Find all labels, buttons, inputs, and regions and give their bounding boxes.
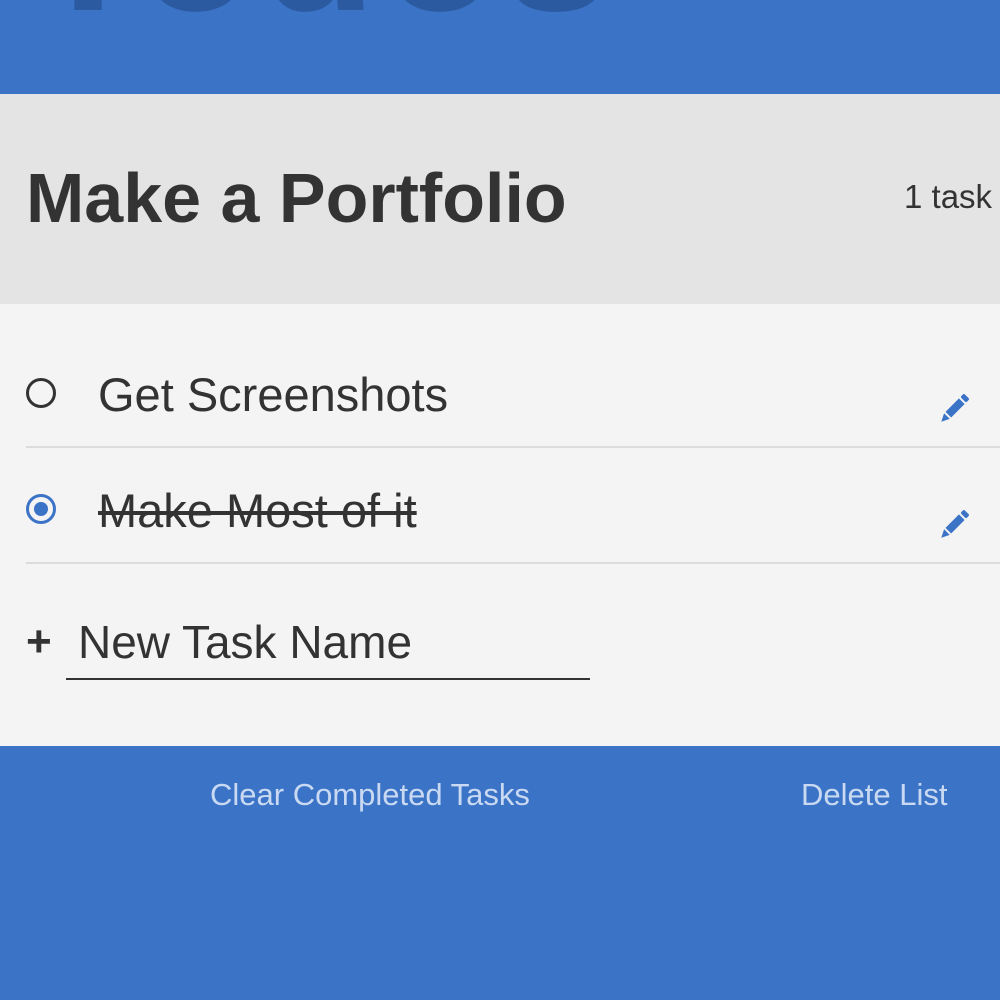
task-checkbox[interactable]: [26, 378, 56, 408]
task-item: Make Most of it: [26, 447, 1000, 564]
pencil-icon[interactable]: [934, 389, 974, 429]
new-task-input[interactable]: [66, 606, 590, 680]
task-label-completed[interactable]: Make Most of it: [98, 485, 417, 537]
app-title: Todos: [30, 0, 616, 40]
app-header: Todos: [0, 0, 1000, 94]
list-title: Make a Portfolio: [26, 159, 567, 237]
plus-icon[interactable]: +: [26, 620, 52, 664]
task-checkbox-checked[interactable]: [26, 494, 56, 524]
tasks-remaining-count: 1 task remaining: [904, 178, 1000, 215]
pencil-icon[interactable]: [934, 505, 974, 545]
new-task-row: +: [26, 606, 626, 686]
task-item: Get Screenshots: [26, 331, 1000, 448]
task-label[interactable]: Get Screenshots: [98, 369, 448, 421]
delete-list-button[interactable]: Delete List: [801, 776, 947, 814]
todo-app: Todos Make a Portfolio 1 task remaining …: [0, 0, 1000, 1000]
clear-completed-button[interactable]: Clear Completed Tasks: [210, 776, 530, 814]
